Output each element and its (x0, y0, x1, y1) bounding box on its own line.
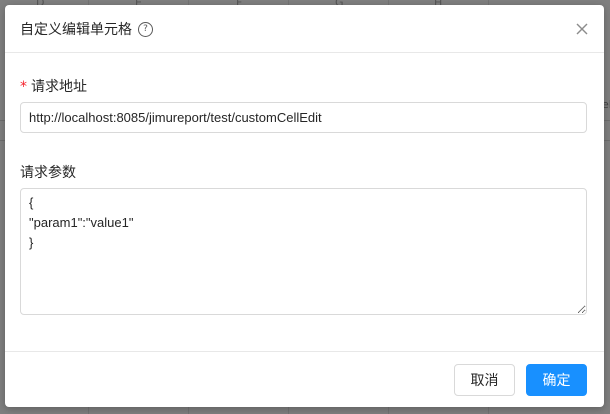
dialog-title: 自定义编辑单元格 ? (20, 19, 153, 39)
url-label-text: 请求地址 (31, 79, 87, 95)
dialog-title-text: 自定义编辑单元格 (20, 22, 132, 38)
cancel-button[interactable]: 取消 (454, 364, 515, 396)
required-mark: * (20, 79, 27, 95)
custom-cell-edit-dialog: 自定义编辑单元格 ? *请求地址 请求参数 { "param1":"value1… (5, 5, 604, 407)
confirm-button[interactable]: 确定 (526, 364, 587, 396)
request-url-input[interactable] (20, 102, 587, 133)
dialog-footer: 取消 确定 (5, 351, 604, 407)
help-icon[interactable]: ? (138, 21, 153, 37)
request-params-textarea[interactable]: { "param1":"value1" } (20, 188, 587, 315)
dialog-header: 自定义编辑单元格 ? (5, 5, 604, 53)
params-field-label: 请求参数 (20, 165, 76, 181)
close-icon[interactable] (574, 21, 590, 37)
url-field-label: * 请求地址 (20, 76, 87, 96)
